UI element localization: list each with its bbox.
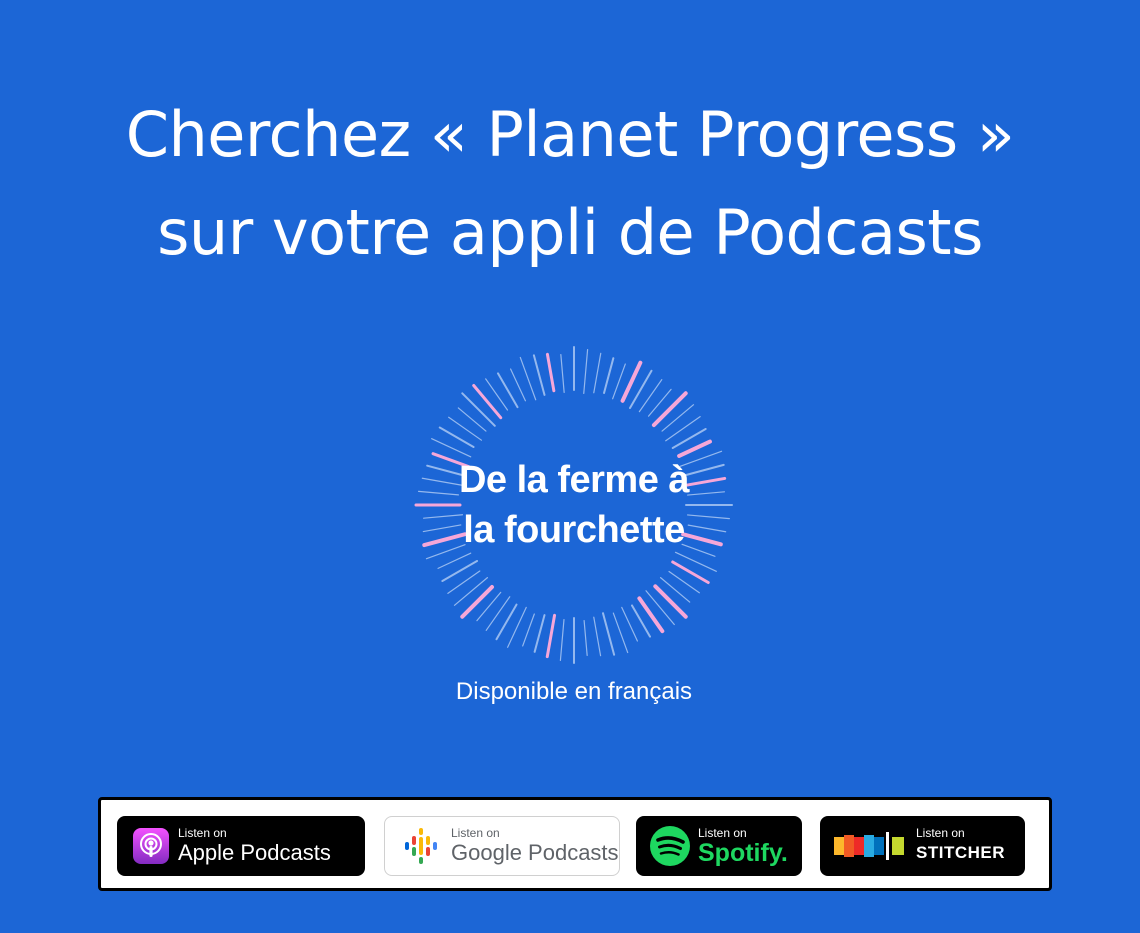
availability-note: Disponible en français: [455, 678, 693, 705]
burst-ray: [612, 612, 629, 654]
apple-podcasts-badge[interactable]: Listen on Apple Podcasts: [117, 816, 365, 876]
burst-ray: [532, 354, 546, 396]
burst-ray: [453, 577, 489, 606]
burst-ray: [603, 357, 615, 394]
headline-line-1: Cherchez « Planet Progress »: [125, 98, 1015, 171]
burst-ray: [612, 363, 626, 400]
burst-ray: [645, 590, 675, 626]
burst-ray: [593, 352, 602, 394]
google-podcasts-badge[interactable]: Listen on Google Podcasts: [384, 816, 620, 876]
burst-ray: [583, 348, 589, 395]
stitcher-badge[interactable]: Listen on STITCHER: [820, 816, 1025, 876]
burst-ray: [560, 353, 565, 394]
burst-ray: [653, 584, 688, 619]
burst-ray: [437, 552, 472, 569]
podcast-platform-bar: Listen on Apple Podcasts Listen on Googl…: [98, 797, 1052, 891]
show-title: De la ferme à la fourchette: [414, 455, 734, 555]
burst-ray: [461, 392, 496, 427]
burst-ray: [593, 616, 602, 657]
headline: Cherchez « Planet Progress » sur votre a…: [0, 86, 1140, 282]
burst-ray: [677, 439, 712, 458]
spotify-icon: [648, 824, 692, 868]
badge-platform-name: STITCHER: [916, 843, 1005, 862]
burst-ray: [665, 416, 701, 442]
burst-ray: [472, 383, 503, 420]
burst-ray: [533, 614, 546, 653]
badge-small-label: Listen on: [916, 826, 965, 840]
badge-small-label: Listen on: [698, 826, 747, 840]
burst-ray: [637, 596, 665, 634]
headline-line-2: sur votre appli de Podcasts: [157, 196, 983, 269]
badge-platform-name: Spotify.: [698, 839, 788, 867]
show-title-line-2: la fourchette: [463, 509, 685, 551]
badge-small-label: Listen on: [451, 826, 500, 840]
burst-ray: [545, 613, 557, 659]
podcast-promo-card: Cherchez « Planet Progress » sur votre a…: [0, 0, 1140, 933]
apple-podcasts-icon: [133, 828, 169, 864]
burst-ray: [583, 619, 588, 657]
burst-ray: [460, 585, 494, 619]
google-podcasts-icon: [401, 826, 441, 866]
burst-ray: [651, 391, 688, 428]
badge-platform-name: Apple Podcasts: [178, 840, 331, 865]
burst-ray: [522, 613, 535, 647]
show-title-line-1: De la ferme à: [458, 459, 690, 501]
stitcher-icon: [834, 831, 906, 861]
burst-ray: [559, 618, 565, 662]
burst-ray: [448, 416, 483, 441]
burst-ray: [661, 404, 695, 432]
burst-ray: [601, 612, 616, 656]
spotify-badge[interactable]: Listen on Spotify.: [636, 816, 802, 876]
burst-ray: [510, 368, 526, 402]
badge-platform-name: Google Podcasts: [451, 840, 619, 865]
burst-ray: [545, 352, 556, 393]
badge-small-label: Listen on: [178, 826, 227, 840]
burst-ray: [485, 596, 511, 631]
